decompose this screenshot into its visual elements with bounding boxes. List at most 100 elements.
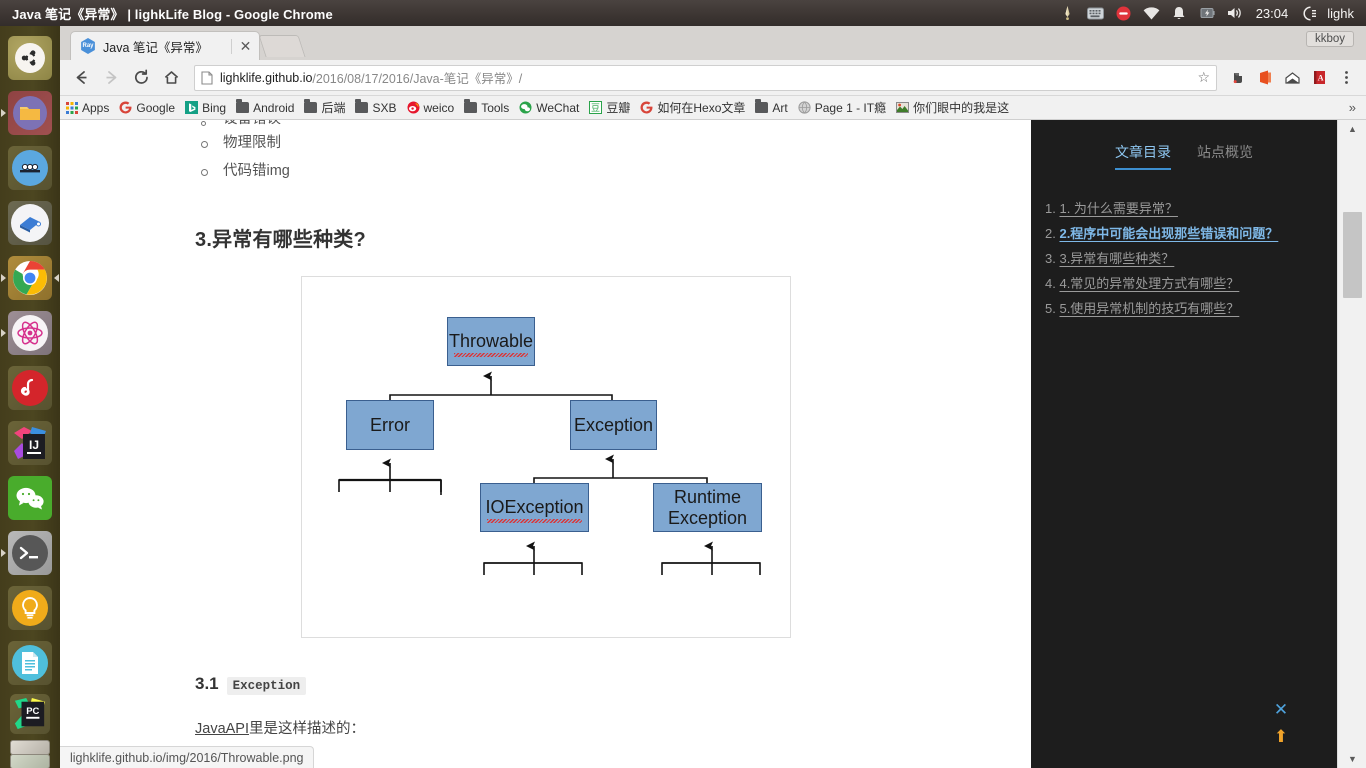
javaapi-link[interactable]: JavaAPI xyxy=(195,721,249,737)
do-not-disturb-icon[interactable] xyxy=(1114,4,1133,23)
close-sidebar-button[interactable]: ✕ xyxy=(1269,696,1293,723)
bookmark-nimenyanzhong[interactable]: 你们眼中的我是这 xyxy=(896,99,1009,116)
volume-icon[interactable] xyxy=(1226,4,1245,23)
launcher-item-netease-music[interactable] xyxy=(0,360,60,415)
browser-tab[interactable]: Ray Java 笔记《异常》 ✕ xyxy=(70,31,260,60)
launcher-item-dash-apps[interactable] xyxy=(0,140,60,195)
bookmark-page1-ityin[interactable]: Page 1 - IT瘾 xyxy=(798,99,886,116)
netease-music-icon xyxy=(19,377,41,399)
scrollbar-thumb[interactable] xyxy=(1343,212,1362,298)
bookmark-star-icon[interactable]: ☆ xyxy=(1191,69,1210,86)
bookmark-tools[interactable]: Tools xyxy=(464,101,509,115)
wifi-icon[interactable] xyxy=(1142,4,1161,23)
office-icon[interactable] xyxy=(1253,66,1277,90)
new-tab-button[interactable] xyxy=(258,35,305,57)
toc-item-link[interactable]: 2.程序中可能会出现那些错误和问题？ xyxy=(1059,226,1278,241)
username-label[interactable]: lighk xyxy=(1327,6,1360,21)
site-favicon-icon: Ray xyxy=(80,38,96,54)
bookmark-sxb[interactable]: SXB xyxy=(355,101,396,115)
bookmark-label: Bing xyxy=(202,101,226,115)
back-button[interactable] xyxy=(68,65,94,91)
scroll-up-arrow-icon[interactable]: ▲ xyxy=(1338,120,1366,138)
power-icon[interactable] xyxy=(1299,4,1318,23)
unity-launcher: IJ xyxy=(0,26,60,768)
bookmark-hexo-article[interactable]: 如何在Hexo文章 xyxy=(640,99,745,116)
dropbox-icon[interactable] xyxy=(1058,4,1077,23)
page-info-icon[interactable] xyxy=(201,71,213,85)
node-exception: Exception xyxy=(570,400,657,450)
node-ioexception: IOException xyxy=(480,483,589,532)
node-label: Exception xyxy=(574,415,653,436)
toc-item-number: 5. xyxy=(1045,301,1056,316)
bookmark-bing[interactable]: Bing xyxy=(185,101,226,115)
chrome-menu-icon[interactable] xyxy=(1334,66,1358,90)
bookmark-weico[interactable]: weico xyxy=(407,101,455,115)
unity-top-panel: Java 笔记《异常》 | lighkLife Blog - Google Ch… xyxy=(0,0,1366,26)
launcher-item-document-app[interactable] xyxy=(0,635,60,690)
bookmark-art[interactable]: Art xyxy=(755,101,787,115)
launcher-item-software-center[interactable] xyxy=(0,195,60,250)
toc-item-link[interactable]: 3.异常有哪些种类？ xyxy=(1059,251,1174,266)
throwable-hierarchy-figure[interactable]: Throwable Error Exception IOException xyxy=(301,276,791,638)
running-indicator-icon xyxy=(1,549,6,557)
tab-separator xyxy=(231,39,232,54)
toc-item-number: 3. xyxy=(1045,251,1056,266)
douban-icon: 豆 xyxy=(589,101,602,114)
bookmark-douban[interactable]: 豆 豆瓣 xyxy=(589,99,630,116)
inbox-icon[interactable] xyxy=(1280,66,1304,90)
evernote-icon[interactable] xyxy=(1226,66,1250,90)
toc-item: 1. 1. 为什么需要异常？ xyxy=(1045,196,1323,221)
tab-close-icon[interactable]: ✕ xyxy=(238,39,253,54)
launcher-item-pycharm[interactable]: PC xyxy=(0,690,60,738)
atom-icon xyxy=(16,319,44,347)
toc-item-number: 4. xyxy=(1045,276,1056,291)
battery-icon[interactable] xyxy=(1198,4,1217,23)
running-indicator-icon xyxy=(1,329,6,337)
toc-tab-bar: 文章目录 站点概览 xyxy=(1045,142,1323,170)
bookmarks-overflow-button[interactable]: » xyxy=(1349,100,1360,115)
bookmark-wechat[interactable]: WeChat xyxy=(519,101,579,115)
home-button[interactable] xyxy=(158,65,184,91)
photo-icon xyxy=(896,101,909,114)
toc-item-link[interactable]: 4.常见的异常处理方式有哪些？ xyxy=(1059,276,1239,291)
tab-article-toc[interactable]: 文章目录 xyxy=(1115,142,1171,170)
svg-text:IJ: IJ xyxy=(29,438,39,452)
launcher-item-terminal[interactable] xyxy=(0,525,60,580)
launcher-item-ubuntu-dash[interactable] xyxy=(0,30,60,85)
back-to-top-button[interactable]: ⬆ xyxy=(1269,723,1293,750)
running-indicator-icon xyxy=(1,109,6,117)
scroll-down-arrow-icon[interactable]: ▼ xyxy=(1338,750,1366,768)
chrome-icon xyxy=(12,260,48,296)
launcher-item-files[interactable] xyxy=(0,85,60,140)
bookmark-label: Google xyxy=(136,101,175,115)
launcher-item-lightbulb-app[interactable] xyxy=(0,580,60,635)
address-bar[interactable]: lighklife.github.io/2016/08/17/2016/Java… xyxy=(194,65,1217,91)
paragraph-text: 里是这样描述的： xyxy=(249,721,365,737)
clock[interactable]: 23:04 xyxy=(1254,6,1291,21)
folder-icon xyxy=(464,102,477,113)
launcher-item-wechat[interactable] xyxy=(0,470,60,525)
tab-site-overview[interactable]: 站点概览 xyxy=(1197,142,1253,170)
profile-button[interactable]: kkboy xyxy=(1306,31,1354,47)
toc-item-active: 2. 2.程序中可能会出现那些错误和问题？ xyxy=(1045,221,1323,246)
bookmark-label: WeChat xyxy=(536,101,579,115)
bookmark-google[interactable]: Google xyxy=(119,101,175,115)
svg-text:A: A xyxy=(1317,74,1323,83)
dictionary-icon[interactable]: A xyxy=(1307,66,1331,90)
launcher-item-intellij-idea[interactable]: IJ xyxy=(0,415,60,470)
keyboard-icon[interactable] xyxy=(1086,4,1105,23)
bookmark-houduan[interactable]: 后端 xyxy=(304,99,345,116)
reload-button[interactable] xyxy=(128,65,154,91)
page-scrollbar[interactable]: ▲ ▼ xyxy=(1337,120,1366,768)
bookmark-android[interactable]: Android xyxy=(236,101,294,115)
bookmark-apps[interactable]: Apps xyxy=(66,101,109,115)
toc-item-link[interactable]: 5.使用异常机制的技巧有哪些？ xyxy=(1059,301,1239,316)
intellij-idea-icon: IJ xyxy=(12,425,48,461)
bell-icon[interactable] xyxy=(1170,4,1189,23)
folder-icon xyxy=(19,104,41,122)
launcher-item-google-chrome[interactable] xyxy=(0,250,60,305)
launcher-item-workspace-switcher[interactable] xyxy=(0,738,60,768)
toc-item-link[interactable]: 1. 为什么需要异常？ xyxy=(1059,201,1177,216)
launcher-item-atom-editor[interactable] xyxy=(0,305,60,360)
bookmark-label: SXB xyxy=(372,101,396,115)
